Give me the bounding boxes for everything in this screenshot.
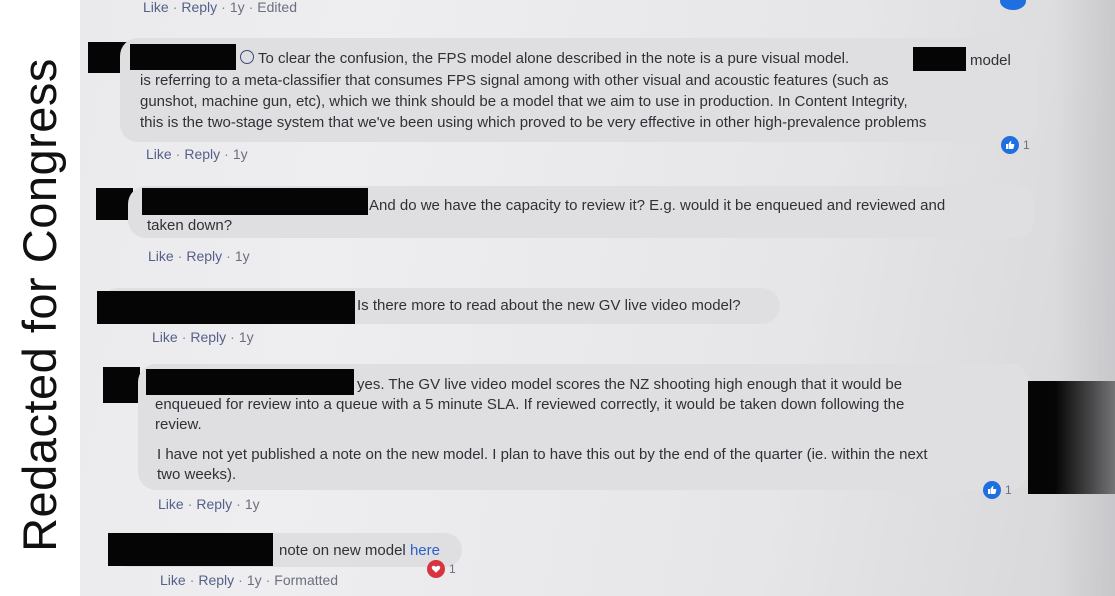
reaction-summary[interactable]: 1 — [1001, 136, 1030, 154]
comment-text: review. — [155, 416, 202, 433]
comment-text: gunshot, machine gun, etc), which we thi… — [140, 93, 908, 110]
redacted-author-name — [108, 533, 273, 566]
comment-actions: Like · Reply · 1y · Formatted — [160, 572, 339, 588]
note-link[interactable]: here — [410, 542, 440, 559]
info-icon — [240, 50, 254, 64]
redacted-avatar — [103, 367, 140, 403]
reaction-count: 1 — [1005, 483, 1012, 497]
comment-actions: Like · Reply · 1y — [158, 496, 260, 512]
edited-label: Edited — [257, 0, 297, 15]
like-link[interactable]: Like — [146, 146, 172, 162]
comment-actions: Like · Reply · 1y — [148, 248, 250, 264]
comment-actions-top: Like · Reply · 1y · Edited — [143, 0, 297, 15]
timestamp: 1y — [246, 572, 262, 588]
comment-text: note on new model here — [279, 541, 440, 560]
reply-link[interactable]: Reply — [181, 0, 217, 15]
reaction-summary[interactable]: 1 — [983, 481, 1012, 499]
comment-text: enqueued for review into a queue with a … — [155, 396, 905, 413]
comment-text: is referring to a meta-classifier that c… — [140, 72, 889, 89]
timestamp: 1y — [229, 0, 245, 15]
timestamp: 1y — [244, 496, 260, 512]
like-link[interactable]: Like — [160, 572, 186, 588]
comment-text: Is there more to read about the new GV l… — [357, 297, 741, 314]
comment-text-body: note on new model — [279, 542, 406, 559]
like-link[interactable]: Like — [143, 0, 169, 15]
like-link[interactable]: Like — [152, 329, 178, 345]
timestamp: 1y — [238, 329, 254, 345]
reply-link[interactable]: Reply — [184, 146, 220, 162]
redacted-author-name — [97, 291, 355, 324]
comment-text: I have not yet published a note on the n… — [157, 446, 928, 463]
reply-link[interactable]: Reply — [186, 248, 222, 264]
comment-actions: Like · Reply · 1y — [146, 146, 248, 162]
redaction-watermark: Redacted for Congress — [13, 58, 66, 552]
screen-edge-shadow — [1055, 0, 1115, 596]
comment-text: yes. The GV live video model scores the … — [357, 376, 903, 393]
like-reaction-icon — [1000, 0, 1026, 10]
reaction-count: 1 — [449, 562, 456, 576]
redacted-name-inline — [913, 47, 966, 71]
formatted-label: Formatted — [274, 572, 339, 588]
reply-link[interactable]: Reply — [196, 496, 232, 512]
redacted-author-name — [130, 44, 236, 70]
love-icon — [427, 560, 445, 578]
comment-text: And do we have the capacity to review it… — [369, 197, 946, 214]
redacted-author-name — [146, 369, 354, 395]
like-icon — [1001, 136, 1019, 154]
reply-link[interactable]: Reply — [190, 329, 226, 345]
like-link[interactable]: Like — [158, 496, 184, 512]
reaction-count: 1 — [1023, 138, 1030, 152]
comment-text: model — [970, 52, 1011, 69]
like-icon — [983, 481, 1001, 499]
comment-actions: Like · Reply · 1y — [152, 329, 254, 345]
comment-text: To clear the confusion, the FPS model al… — [258, 50, 850, 67]
reply-link[interactable]: Reply — [198, 572, 234, 588]
comment-text: two weeks). — [157, 466, 237, 483]
reaction-summary[interactable]: 1 — [427, 560, 456, 578]
like-link[interactable]: Like — [148, 248, 174, 264]
comment-text: this is the two-stage system that we've … — [140, 114, 927, 131]
timestamp: 1y — [234, 248, 250, 264]
comment-text: taken down? — [147, 217, 233, 234]
redacted-author-name — [142, 188, 368, 215]
timestamp: 1y — [232, 146, 248, 162]
